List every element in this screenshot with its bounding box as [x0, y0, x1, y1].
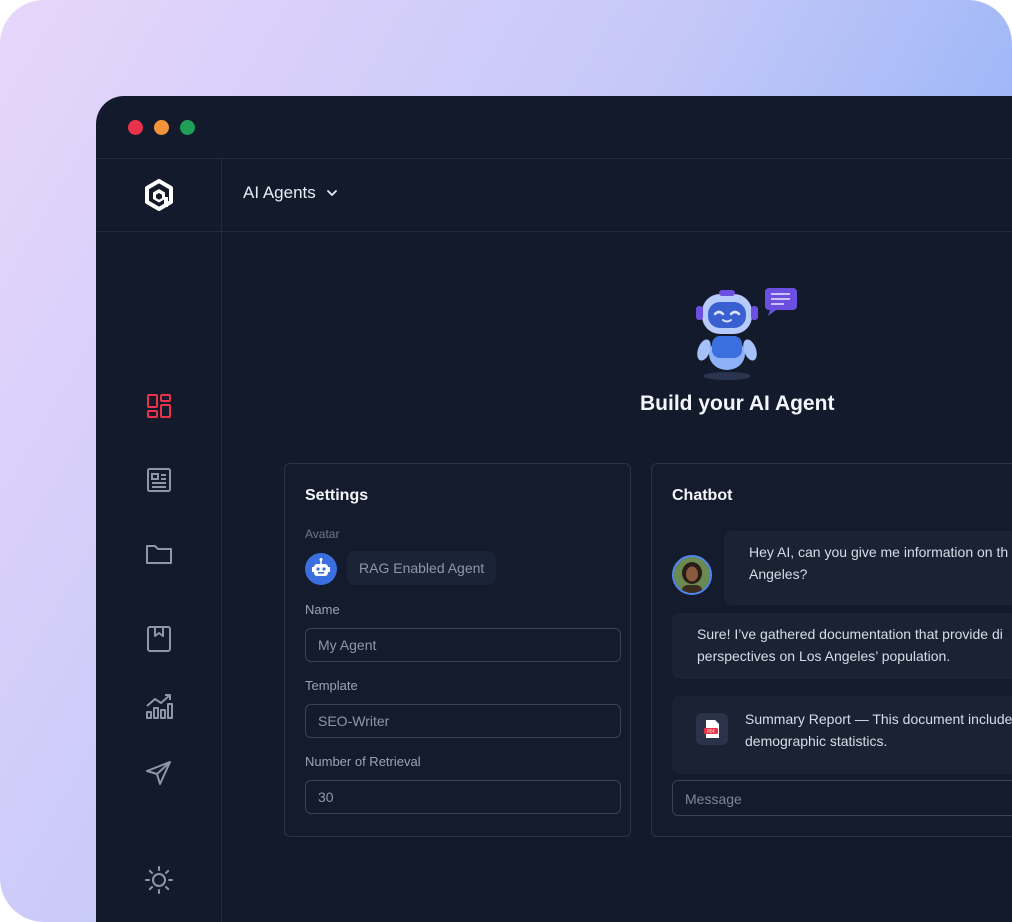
user-photo-icon	[674, 557, 710, 593]
robot-avatar-icon	[312, 558, 330, 576]
message-text-line: Angeles?	[749, 566, 808, 582]
zoom-window-button[interactable]	[180, 120, 195, 135]
sidebar	[96, 159, 222, 922]
send-icon	[146, 761, 171, 785]
folder-icon	[146, 545, 172, 564]
pdf-file-icon: PDF	[696, 713, 728, 745]
message-text-line: Hey AI, can you give me information on t…	[749, 544, 1009, 560]
retrieval-count-field[interactable]: 30	[305, 780, 621, 814]
top-bar: AI Agents	[222, 159, 1012, 232]
svg-text:PDF: PDF	[707, 729, 715, 734]
app-window: AI Agents Build your AI Agent Settings A…	[96, 96, 1012, 922]
message-text-line: perspectives on Los Angeles’ population.	[697, 648, 951, 664]
sidebar-item-send[interactable]	[144, 758, 174, 788]
message-input[interactable]: Message	[672, 780, 1012, 816]
settings-panel: Settings Avatar RAG Enabled Agent Name M…	[284, 463, 631, 837]
chatbot-title: Chatbot	[672, 487, 733, 504]
sidebar-item-analytics[interactable]	[144, 691, 174, 721]
template-field[interactable]: SEO-Writer	[305, 704, 621, 738]
user-avatar	[672, 555, 712, 595]
sidebar-item-folders[interactable]	[144, 539, 174, 569]
retrieval-label: Number of Retrieval	[305, 754, 421, 769]
robot-illustration	[696, 288, 797, 380]
title-bar	[96, 96, 1012, 159]
chart-icon	[146, 694, 173, 719]
settings-title: Settings	[305, 487, 369, 504]
page-title: Build your AI Agent	[640, 392, 835, 415]
backdrop: AI Agents Build your AI Agent Settings A…	[0, 0, 1012, 922]
brand-logo-icon[interactable]	[144, 179, 174, 211]
chatbot-panel: Chatbot Hey AI, can you give me informat…	[651, 463, 1012, 837]
sidebar-item-dashboard[interactable]	[144, 391, 174, 421]
sidebar-item-theme[interactable]	[144, 865, 174, 895]
main-content: Build your AI Agent Settings Avatar RAG …	[222, 232, 1012, 922]
close-window-button[interactable]	[128, 120, 143, 135]
template-label: Template	[305, 678, 358, 693]
chat-message-attachment[interactable]: PDF Summary Report — This document inclu…	[672, 696, 1012, 774]
name-field[interactable]: My Agent	[305, 628, 621, 662]
avatar[interactable]	[305, 553, 337, 585]
message-text-line: demographic statistics.	[745, 733, 888, 749]
sidebar-item-documents[interactable]	[144, 465, 174, 495]
message-text-line: Sure! I’ve gathered documentation that p…	[697, 626, 1003, 642]
name-label: Name	[305, 602, 340, 617]
message-text-line: Summary Report — This document include	[745, 711, 1012, 727]
chat-message-user: Hey AI, can you give me information on t…	[724, 531, 1012, 605]
logo-area	[96, 159, 221, 232]
minimize-window-button[interactable]	[154, 120, 169, 135]
sun-icon	[145, 866, 173, 894]
avatar-label: Avatar	[305, 527, 340, 541]
agent-selector-label: AI Agents	[243, 183, 316, 202]
chevron-down-icon	[326, 190, 337, 196]
bookmark-icon	[147, 626, 171, 652]
document-icon	[147, 468, 171, 492]
sidebar-item-bookmarks[interactable]	[144, 624, 174, 654]
dashboard-icon	[147, 394, 171, 418]
agent-selector[interactable]: AI Agents	[243, 183, 338, 203]
chat-message-assistant: Sure! I’ve gathered documentation that p…	[672, 613, 1012, 679]
avatar-name-chip[interactable]: RAG Enabled Agent	[347, 551, 497, 585]
